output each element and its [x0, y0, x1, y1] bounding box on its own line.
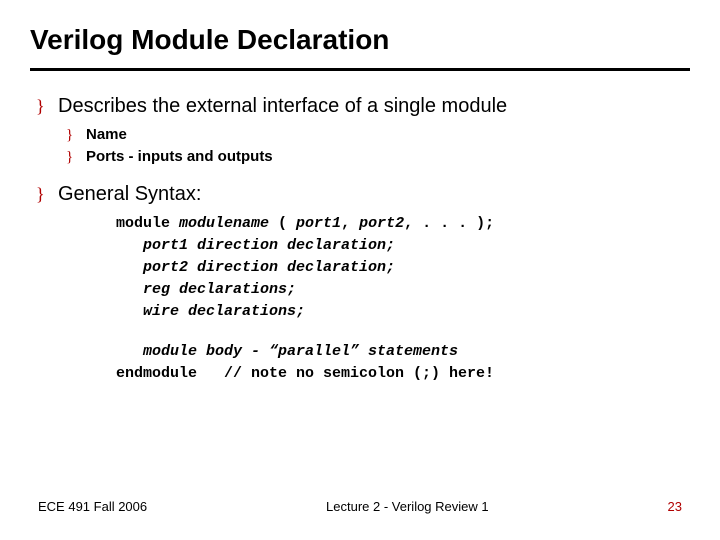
code-line: port2 direction declaration; — [116, 257, 690, 279]
bullet-text: Ports - inputs and outputs — [86, 147, 273, 167]
code-line: wire declarations; — [116, 301, 690, 323]
code-line: module body - “parallel” statements — [116, 341, 690, 363]
bullet-icon: } — [66, 147, 86, 167]
bullet-text: Name — [86, 125, 127, 145]
bullet-level1: } Describes the external interface of a … — [36, 93, 690, 119]
code-gap — [116, 323, 690, 341]
code-block: module modulename ( port1, port2, . . . … — [116, 213, 690, 385]
slide-footer: ECE 491 Fall 2006 Lecture 2 - Verilog Re… — [0, 499, 720, 514]
code-line: module modulename ( port1, port2, . . . … — [116, 213, 690, 235]
code-line: port1 direction declaration; — [116, 235, 690, 257]
slide-title: Verilog Module Declaration — [30, 24, 690, 56]
bullet-text: General Syntax: — [58, 181, 201, 207]
footer-left: ECE 491 Fall 2006 — [38, 499, 147, 514]
code-txt: ( — [269, 215, 296, 232]
code-txt: , — [341, 215, 359, 232]
code-ital: port2 — [359, 215, 404, 232]
bullet-level2: } Ports - inputs and outputs — [66, 147, 690, 167]
code-ital: port1 — [296, 215, 341, 232]
code-txt: , . . . ); — [404, 215, 494, 232]
bullet-icon: } — [66, 125, 86, 145]
bullet-icon: } — [36, 181, 58, 207]
code-ital: modulename — [179, 215, 269, 232]
slide-content: } Describes the external interface of a … — [30, 93, 690, 385]
bullet-icon: } — [36, 93, 58, 119]
footer-center: Lecture 2 - Verilog Review 1 — [326, 499, 489, 514]
code-line: reg declarations; — [116, 279, 690, 301]
page-number: 23 — [668, 499, 682, 514]
title-underline — [30, 68, 690, 71]
bullet-text: Describes the external interface of a si… — [58, 93, 507, 119]
bullet-level2: } Name — [66, 125, 690, 145]
code-line: endmodule // note no semicolon (;) here! — [116, 363, 690, 385]
bullet-level1: } General Syntax: — [36, 181, 690, 207]
sub-bullets: } Name } Ports - inputs and outputs — [66, 125, 690, 167]
code-kw: module — [116, 215, 179, 232]
